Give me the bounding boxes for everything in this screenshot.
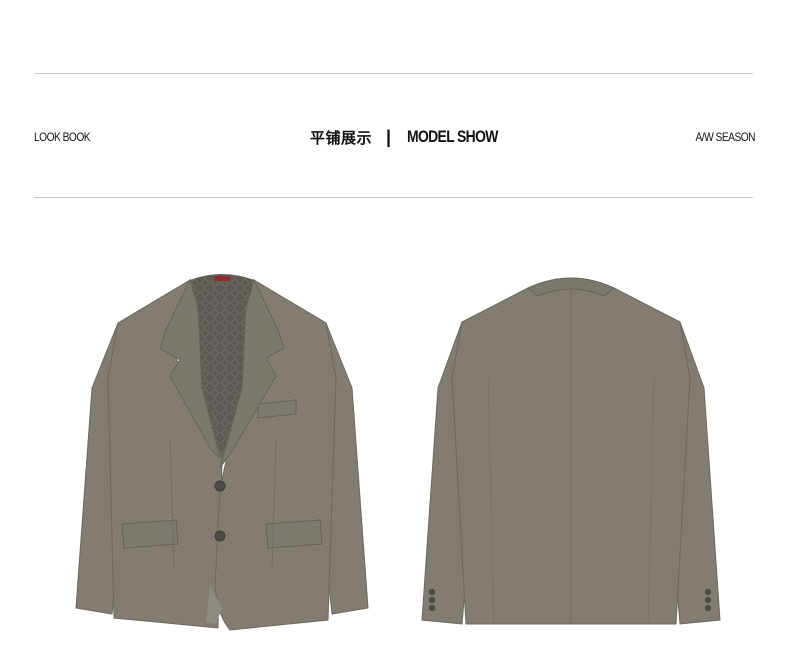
look-book-label: LOOK BOOK [34, 130, 91, 144]
section-title: 平铺展示 | MODEL SHOW [310, 126, 518, 148]
section-title-cn: 平铺展示 [310, 128, 373, 147]
blazer-front-image [70, 268, 374, 636]
section-header: LOOK BOOK 平铺展示 | MODEL SHOW A/W SEASON [34, 126, 756, 148]
top-divider [34, 73, 753, 74]
section-title-en: MODEL SHOW [407, 127, 498, 146]
blazer-back-image [418, 268, 724, 630]
title-separator: | [386, 126, 392, 147]
season-label: A/W SEASON [695, 130, 755, 144]
bottom-divider [34, 197, 753, 198]
